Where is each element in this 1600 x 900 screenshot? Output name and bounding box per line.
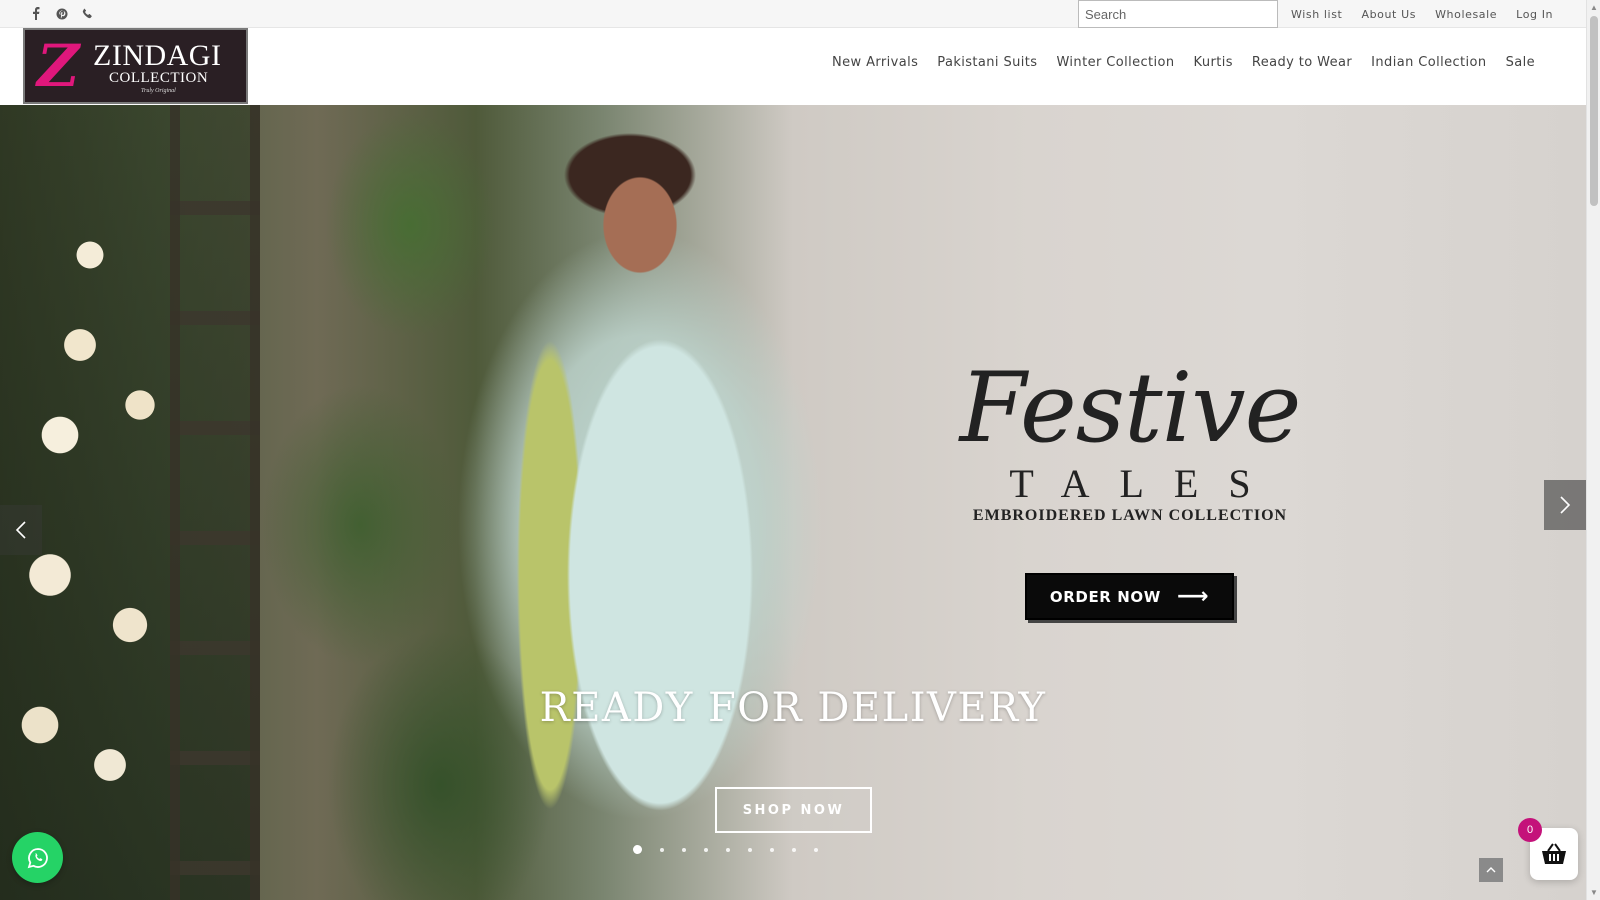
scroll-to-top-button[interactable] xyxy=(1479,858,1503,882)
slider-prev-button[interactable] xyxy=(0,505,42,555)
scroll-up-icon[interactable]: ▲ xyxy=(1590,3,1598,12)
nav-ready-to-wear[interactable]: Ready to Wear xyxy=(1252,55,1352,70)
hero-headline: READY FOR DELIVERY xyxy=(539,685,1047,731)
slider-pagination xyxy=(633,845,818,854)
order-now-label: ORDER NOW xyxy=(1049,587,1161,606)
slider-dot[interactable] xyxy=(814,847,818,852)
slider-dot[interactable] xyxy=(792,847,796,852)
slider-dot[interactable] xyxy=(704,847,708,852)
slider-dot[interactable] xyxy=(633,845,642,854)
about-us-link[interactable]: About Us xyxy=(1361,8,1416,21)
main-nav: New Arrivals Pakistani Suits Winter Coll… xyxy=(832,55,1535,70)
page: Wish list About Us Wholesale Log In Z ZI… xyxy=(0,0,1600,900)
banner-script-title: Festive xyxy=(959,352,1302,464)
search-input[interactable] xyxy=(1078,0,1278,28)
wholesale-link[interactable]: Wholesale xyxy=(1435,8,1497,21)
cart-count-badge: 0 xyxy=(1518,818,1542,842)
nav-new-arrivals[interactable]: New Arrivals xyxy=(832,55,918,70)
hero-model-image xyxy=(440,105,830,900)
nav-indian-collection[interactable]: Indian Collection xyxy=(1371,55,1486,70)
slider-dot[interactable] xyxy=(770,847,774,852)
phone-icon[interactable] xyxy=(80,6,95,21)
social-links xyxy=(28,6,95,21)
logo-brand-sub: COLLECTION xyxy=(109,70,209,86)
nav-kurtis[interactable]: Kurtis xyxy=(1194,55,1233,70)
scrollbar-thumb[interactable] xyxy=(1590,16,1598,206)
slider-dot[interactable] xyxy=(660,847,664,852)
hero-slider: Festive TALES EMBROIDERED LAWN COLLECTIO… xyxy=(0,105,1586,900)
top-utility-bar: Wish list About Us Wholesale Log In xyxy=(0,0,1586,28)
logo-brand-name: ZINDAGI xyxy=(93,39,222,72)
login-link[interactable]: Log In xyxy=(1516,8,1553,21)
logo-tagline: Truly Original xyxy=(141,88,176,94)
arrow-right-icon: ⟶ xyxy=(1176,583,1210,609)
facebook-icon[interactable] xyxy=(28,6,43,21)
whatsapp-button[interactable] xyxy=(12,832,63,883)
nav-sale[interactable]: Sale xyxy=(1506,55,1535,70)
banner-title: TALES xyxy=(1009,461,1281,506)
slider-dot[interactable] xyxy=(726,847,730,852)
banner-subtitle: EMBROIDERED LAWN COLLECTION xyxy=(972,507,1288,524)
slider-dot[interactable] xyxy=(682,847,686,852)
shop-now-button[interactable]: SHOP NOW xyxy=(715,787,872,833)
chevron-left-icon xyxy=(15,521,26,539)
chevron-up-icon xyxy=(1486,867,1496,873)
whatsapp-icon xyxy=(27,847,48,868)
banner-festive-tales: Festive TALES EMBROIDERED LAWN COLLECTIO… xyxy=(945,353,1315,525)
pinterest-icon[interactable] xyxy=(54,6,69,21)
site-logo[interactable]: Z ZINDAGI COLLECTION Truly Original xyxy=(23,28,248,104)
wishlist-link[interactable]: Wish list xyxy=(1291,8,1342,21)
page-scrollbar[interactable]: ▲ ▼ xyxy=(1586,0,1600,900)
nav-pakistani-suits[interactable]: Pakistani Suits xyxy=(937,55,1037,70)
nav-winter-collection[interactable]: Winter Collection xyxy=(1056,55,1174,70)
top-links: Wish list About Us Wholesale Log In xyxy=(1291,0,1553,28)
logo-monogram: Z xyxy=(37,32,80,100)
scroll-down-icon[interactable]: ▼ xyxy=(1590,888,1598,897)
slider-dot[interactable] xyxy=(748,847,752,852)
order-now-button[interactable]: ORDER NOW ⟶ xyxy=(1025,573,1234,620)
basket-icon xyxy=(1542,843,1566,864)
slider-next-button[interactable] xyxy=(1544,480,1586,530)
chevron-right-icon xyxy=(1560,496,1571,514)
main-header: Z ZINDAGI COLLECTION Truly Original New … xyxy=(0,28,1586,105)
